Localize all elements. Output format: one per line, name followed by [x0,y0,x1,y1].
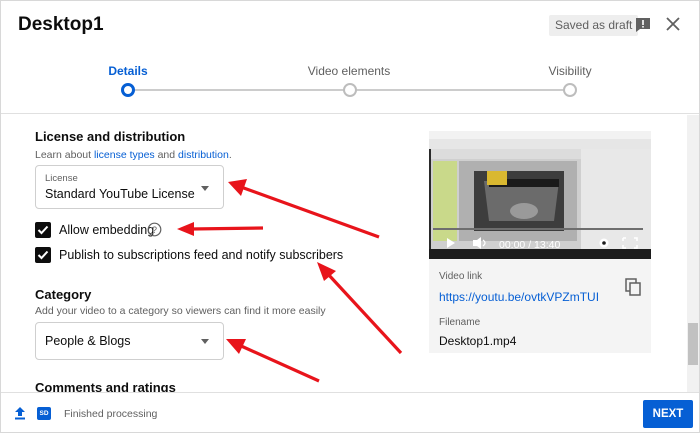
close-icon[interactable] [666,17,680,31]
license-select-value: Standard YouTube License [45,187,195,201]
dialog-footer: SD Finished processing NEXT [1,392,699,432]
step-dot-details[interactable] [121,83,135,97]
license-select-label: License [45,173,78,184]
step-dot-video-elements[interactable] [343,83,357,97]
license-desc-text: Learn about [35,149,94,161]
filename-label: Filename [439,317,481,328]
processing-status: Finished processing [64,408,158,420]
scrollbar[interactable] [687,115,699,392]
category-section-desc: Add your video to a category so viewers … [35,305,326,317]
category-select[interactable]: People & Blogs [35,322,224,360]
category-section-title: Category [35,287,92,302]
video-player[interactable]: 00:00 / 13:40 [429,131,651,259]
license-section-desc: Learn about license types and distributi… [35,149,232,161]
dialog-title: Desktop1 [18,14,104,35]
saved-draft-badge: Saved as draft [549,15,639,36]
filename-value: Desktop1.mp4 [439,334,517,348]
allow-embedding-checkbox[interactable] [35,222,51,238]
chevron-down-icon [201,186,209,191]
feedback-icon[interactable] [635,17,651,33]
dialog-header: Desktop1 Saved as draft [1,1,699,51]
checkmark-icon [37,225,49,235]
next-button[interactable]: NEXT [643,400,693,428]
step-details[interactable]: Details [68,64,188,78]
chevron-down-icon [201,339,209,344]
distribution-link[interactable]: distribution [178,149,229,161]
category-select-value: People & Blogs [45,334,131,348]
step-dot-visibility[interactable] [563,83,577,97]
license-desc-text-2: and [154,149,179,161]
license-section-title: License and distribution [35,129,186,144]
scrollbar-thumb[interactable] [688,323,698,365]
publish-feed-row[interactable]: Publish to subscriptions feed and notify… [35,247,343,265]
svg-text:?: ? [152,225,157,235]
progress-stepper: Details Video elements Visibility [1,51,699,114]
publish-feed-label: Publish to subscriptions feed and notify… [59,248,344,262]
step-visibility[interactable]: Visibility [510,64,630,78]
license-desc-text-3: . [228,149,232,161]
details-content: License and distribution Learn about lic… [1,115,699,392]
upload-icon[interactable] [14,406,26,420]
video-link-label: Video link [439,271,483,282]
license-types-link[interactable]: license types [94,149,155,161]
help-icon[interactable]: ? [147,222,162,237]
copy-icon[interactable] [625,278,641,296]
license-select[interactable]: License Standard YouTube License [35,165,224,209]
comments-section-title: Comments and ratings [35,380,176,392]
step-video-elements[interactable]: Video elements [289,64,409,78]
allow-embedding-label: Allow embedding [59,223,155,237]
upload-dialog: Desktop1 Saved as draft Details Video el… [0,0,700,433]
allow-embedding-row[interactable]: Allow embedding ? [35,222,195,240]
video-time: 00:00 / 13:40 [499,239,561,251]
publish-feed-checkbox[interactable] [35,247,51,263]
sd-quality-icon[interactable]: SD [37,407,51,420]
video-link[interactable]: https://youtu.be/ovtkVPZmTUI [439,290,599,304]
video-preview-card: 00:00 / 13:40 Video link https://youtu.b… [429,131,651,353]
checkmark-icon [37,250,49,260]
